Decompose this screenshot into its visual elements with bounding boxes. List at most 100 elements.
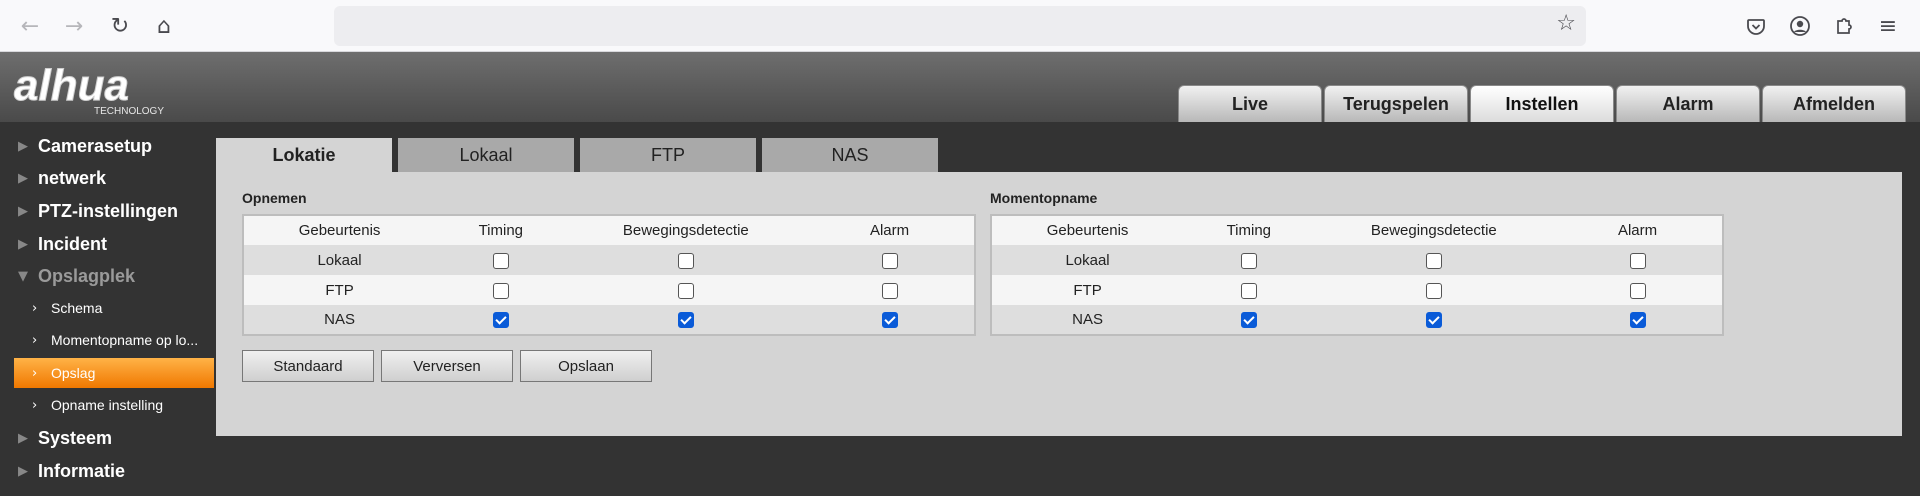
checkbox-cell [567, 305, 806, 335]
tab-label: Terugspelen [1343, 93, 1449, 114]
tab-lokaal[interactable]: Lokaal [398, 138, 574, 172]
sidebar-item-incident[interactable]: ▶ Incident [0, 228, 214, 260]
checkbox-cell [1183, 305, 1314, 335]
lokaal-alarm-checkbox[interactable] [1629, 252, 1646, 269]
checkbox-cell [1315, 275, 1554, 305]
sidebar-item-label: netwerk [38, 167, 107, 188]
sidebar-item-label: PTZ-instellingen [38, 200, 179, 221]
checkbox-cell [1315, 305, 1554, 335]
sidebar-subitem-momentopname-op-lo[interactable]: › Momentopname op lo... [14, 325, 214, 355]
chevron-right-icon: › [32, 332, 38, 348]
sidebar-subitem-label: Opname instelling [51, 397, 164, 413]
triangle-right-icon: ▶ [18, 430, 28, 446]
tab-lokatie[interactable]: Lokatie [216, 138, 392, 173]
momentopname-title: Momentopname [990, 190, 1098, 206]
settings-panel: Opnemen Gebeurtenis Timing Bewegingsdetect… [216, 172, 1902, 436]
triangle-down-icon: ▼ [18, 268, 28, 284]
sidebar-item-informatie[interactable]: ▶ Informatie [0, 455, 214, 487]
browser-toolbar: ← → ↻ ⌂ ☆ ≡ [0, 0, 1920, 52]
table-row: NAS [991, 305, 1723, 335]
tab-nas[interactable]: NAS [762, 138, 938, 172]
sidebar-subitem-opslag[interactable]: › Opslag [14, 358, 214, 388]
row-label: FTP [325, 281, 354, 299]
reload-icon[interactable]: ↻ [104, 10, 136, 42]
column-header: Alarm [869, 222, 910, 239]
nas-alarm-checkbox[interactable] [881, 312, 898, 329]
standaard-button[interactable]: Standaard [242, 350, 374, 382]
table-row: Lokaal [243, 245, 975, 275]
triangle-right-icon: ▶ [18, 236, 28, 252]
tab-label: Lokaal [459, 144, 513, 165]
sidebar-subitem-opname-instelling[interactable]: › Opname instelling [14, 390, 214, 420]
checkbox-cell [435, 275, 566, 305]
checkbox-cell [1553, 275, 1723, 305]
momentopname-table: Gebeurtenis Timing Bewegingsdetectie Alarm L… [990, 214, 1724, 336]
chevron-right-icon: › [32, 300, 38, 316]
tab-ftp[interactable]: FTP [580, 138, 756, 172]
tab-terugspelen[interactable]: Terugspelen [1324, 85, 1468, 122]
sidebar-item-ptz-instellingen[interactable]: ▶ PTZ-instellingen [0, 195, 214, 227]
arrow-right-icon[interactable]: → [58, 10, 90, 42]
verversen-button[interactable]: Verversen [381, 350, 513, 382]
checkbox-cell [1315, 245, 1554, 275]
ftp-timing-checkbox[interactable] [1240, 282, 1257, 299]
star-icon[interactable]: ☆ [1556, 11, 1576, 36]
nas-timing-checkbox[interactable] [492, 312, 509, 329]
lokaal-timing-checkbox[interactable] [492, 252, 509, 269]
hamburger-icon[interactable]: ≡ [1872, 10, 1904, 42]
table-row: NAS [243, 305, 975, 335]
sidebar-item-label: Systeem [38, 427, 113, 448]
sidebar-item-camerasetup[interactable]: ▶ Camerasetup [0, 130, 214, 162]
sidebar-item-opslagplek[interactable]: ▼ Opslagplek [0, 260, 214, 292]
logo-subtext: TECHNOLOGY [94, 106, 164, 117]
ftp-alarm-checkbox[interactable] [881, 282, 898, 299]
checkbox-cell [1183, 275, 1314, 305]
nas-timing-checkbox[interactable] [1240, 312, 1257, 329]
checkbox-cell [435, 305, 566, 335]
nas-motion-checkbox[interactable] [677, 312, 694, 329]
triangle-right-icon: ▶ [18, 138, 28, 154]
sidebar-item-systeem[interactable]: ▶ Systeem [0, 422, 214, 454]
triangle-right-icon: ▶ [18, 170, 28, 186]
opnemen-table: Gebeurtenis Timing Bewegingsdetectie Alarm L… [242, 214, 976, 336]
ftp-motion-checkbox[interactable] [677, 282, 694, 299]
arrow-left-icon[interactable]: ← [14, 10, 46, 42]
nas-motion-checkbox[interactable] [1425, 312, 1442, 329]
ftp-motion-checkbox[interactable] [1425, 282, 1442, 299]
puzzle-icon[interactable] [1828, 10, 1860, 42]
sidebar-item-netwerk[interactable]: ▶ netwerk [0, 162, 214, 194]
column-header: Gebeurtenis [1046, 222, 1129, 239]
ftp-alarm-checkbox[interactable] [1629, 282, 1646, 299]
tab-afmelden[interactable]: Afmelden [1762, 85, 1906, 122]
lokaal-timing-checkbox[interactable] [1240, 252, 1257, 269]
pocket-icon[interactable] [1740, 10, 1772, 42]
tab-live[interactable]: Live [1178, 85, 1322, 122]
account-icon[interactable] [1784, 10, 1816, 42]
sidebar-subitem-schema[interactable]: › Schema [14, 293, 214, 323]
opslaan-button[interactable]: Opslaan [520, 350, 652, 382]
row-label: NAS [324, 311, 355, 328]
tab-label: Instellen [1505, 93, 1579, 114]
url-bar[interactable]: ☆ [334, 6, 1586, 46]
home-icon[interactable]: ⌂ [148, 10, 180, 42]
lokaal-motion-checkbox[interactable] [677, 252, 694, 269]
lokaal-motion-checkbox[interactable] [1425, 252, 1442, 269]
lokaal-alarm-checkbox[interactable] [881, 252, 898, 269]
triangle-right-icon: ▶ [18, 203, 28, 219]
tab-alarm[interactable]: Alarm [1616, 85, 1760, 122]
tab-instellen[interactable]: Instellen [1470, 85, 1614, 122]
checkbox-cell [1183, 245, 1314, 275]
sidebar-item-label: Incident [38, 233, 108, 254]
tab-label: Afmelden [1792, 93, 1875, 114]
nas-alarm-checkbox[interactable] [1629, 312, 1646, 329]
dahua-logo: alhua TECHNOLOGY [12, 61, 192, 122]
column-header: Alarm [1617, 222, 1658, 239]
ftp-timing-checkbox[interactable] [492, 282, 509, 299]
checkbox-cell [567, 245, 806, 275]
row-label: Lokaal [317, 251, 362, 269]
row-label: NAS [1072, 311, 1103, 328]
table-row: Lokaal [991, 245, 1723, 275]
tab-label: NAS [831, 144, 869, 165]
checkbox-cell [805, 305, 975, 335]
table-row: FTP [243, 275, 975, 305]
